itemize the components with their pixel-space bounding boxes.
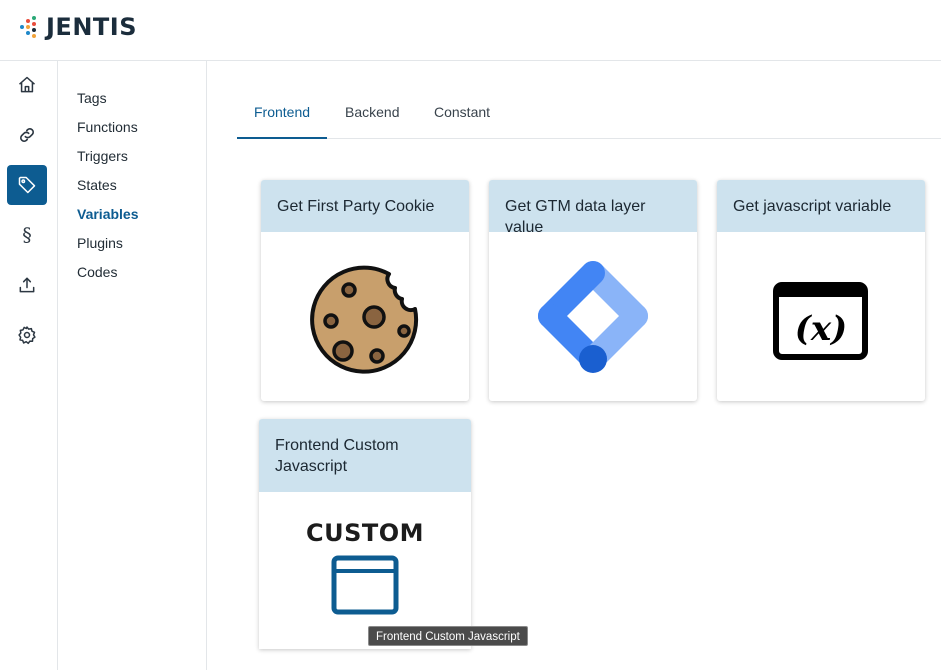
variable-card-javascript-variable[interactable]: Get javascript variable (x) (717, 180, 925, 401)
rail-legal[interactable]: § (7, 215, 47, 255)
sub-navigation: Tags Functions Triggers States Variables… (58, 61, 207, 670)
tab-frontend[interactable]: Frontend (237, 104, 327, 139)
subnav-item-tags[interactable]: Tags (77, 90, 107, 106)
subnav-item-plugins[interactable]: Plugins (77, 235, 123, 251)
gtm-icon (538, 260, 648, 373)
link-icon (20, 128, 34, 142)
card-title: Frontend Custom Javascript (259, 419, 471, 492)
subnav-item-functions[interactable]: Functions (77, 119, 138, 135)
variable-card-gtm-data-layer[interactable]: Get GTM data layer value (489, 180, 697, 401)
variable-icon: (x) (773, 281, 868, 360)
upload-icon (19, 277, 35, 293)
card-title: Get First Party Cookie (261, 180, 469, 232)
subnav-item-variables[interactable]: Variables (77, 206, 139, 222)
tab-backend[interactable]: Backend (345, 104, 399, 139)
card-title: Get GTM data layer value (489, 180, 697, 236)
main-content: Frontend Backend Constant Get First Part… (207, 61, 941, 670)
rail-tags[interactable] (7, 165, 47, 205)
cookie-icon (310, 265, 419, 374)
rail-publish[interactable] (7, 265, 47, 305)
subnav-item-codes[interactable]: Codes (77, 264, 117, 280)
app-header: JENTIS (0, 0, 941, 61)
tab-constant[interactable]: Constant (434, 104, 490, 139)
rail-links[interactable] (7, 115, 47, 155)
custom-window-icon (331, 555, 399, 615)
custom-label: CUSTOM (305, 519, 425, 547)
variable-card-first-party-cookie[interactable]: Get First Party Cookie (261, 180, 469, 401)
tag-icon (18, 176, 36, 194)
card-tooltip: Frontend Custom Javascript (368, 626, 528, 646)
brand-name: JENTIS (46, 13, 137, 41)
card-title: Get javascript variable (717, 180, 925, 232)
variable-card-frontend-custom-javascript[interactable]: Frontend Custom Javascript CUSTOM (259, 419, 471, 649)
section-icon: § (22, 223, 32, 246)
gear-icon (18, 326, 36, 345)
variable-glyph: (x) (795, 309, 847, 349)
home-icon (19, 76, 35, 93)
icon-rail: § (0, 61, 58, 670)
jentis-logo[interactable]: JENTIS (20, 13, 137, 41)
subnav-item-states[interactable]: States (77, 177, 117, 193)
rail-settings[interactable] (7, 315, 47, 355)
tab-bar: Frontend Backend Constant (237, 92, 941, 139)
subnav-item-triggers[interactable]: Triggers (77, 148, 128, 164)
rail-home[interactable] (7, 65, 47, 105)
logo-mark-icon (20, 16, 40, 38)
